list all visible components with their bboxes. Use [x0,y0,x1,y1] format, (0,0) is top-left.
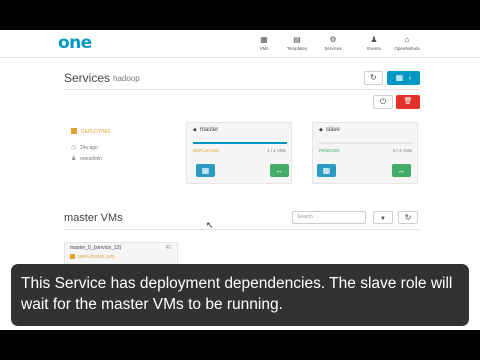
filter-icon: ▼ [380,216,386,222]
power-icon: ⏻ [379,97,387,106]
scale-icon: ↔ [275,166,284,175]
home-icon: ⌂ [404,35,410,44]
role-status: PENDING [319,148,340,153]
user-icon: ♟ [71,156,77,162]
role-vm-count: 1 / 1 VMs [266,148,286,153]
scale-icon: ↔ [397,166,406,175]
letterbox-bottom [0,330,480,360]
role-progress-fill [193,142,287,144]
vm-state: DEPLOYING (1/0) [70,254,115,259]
grid-icon: ▦ [201,166,210,175]
mouse-cursor-icon: ↖ [206,220,214,230]
section-title: master VMs [64,212,123,224]
role-name: ◆ slave [319,127,340,133]
shutdown-button[interactable]: ⏻ [373,95,393,109]
grid-icon: ▦ [395,73,404,82]
trash-icon: 🗑 [403,98,413,105]
nav-item-opennebula[interactable]: ⌂ OpenNebula [388,35,426,51]
service-list-button[interactable]: ▦ ‹ [387,71,420,85]
role-progress [319,142,413,144]
video-caption: This Service has deployment dependencies… [11,264,469,326]
role-vms-button[interactable]: ▦ [317,164,336,177]
top-navbar: one ▦ VMs ▤ Templates ⚙ Services ♟ Event… [0,30,480,58]
nav-label: OpenNebula [394,46,420,51]
templates-icon: ▤ [293,35,301,44]
role-vm-count: 0 / 4 VMs [392,148,412,153]
nav-item-templates[interactable]: ▤ Templates [278,35,316,51]
service-state: DEPLOYING [71,128,110,135]
services-icon: ⚙ [329,35,337,44]
service-owner: ♟ oneadmin [71,155,102,162]
divider [64,89,420,90]
state-indicator [70,254,75,259]
nav-label: Templates [286,46,308,51]
clock-icon: ◷ [71,145,77,151]
delete-button[interactable]: 🗑 [396,95,420,109]
refresh-icon: ↻ [404,213,412,222]
role-scale-button[interactable]: ↔ [392,164,411,177]
filter-button[interactable]: ▼ [373,211,393,224]
role-card-slave[interactable]: ◆ slave PENDING 0 / 4 VMs ▦ ↔ [312,122,418,184]
role-status: DEPLOYING [193,148,220,153]
role-card-master[interactable]: ◆ master DEPLOYING 1 / 1 VMs ▦ ↔ [186,122,292,184]
app-viewport: one ▦ VMs ▤ Templates ⚙ Services ♟ Event… [0,30,480,330]
page-title: Services [64,71,111,85]
role-progress [193,142,287,144]
letterbox-top [0,0,480,30]
app-logo[interactable]: one [58,33,92,53]
refresh-icon: ↻ [370,73,377,82]
service-name: hadoop [113,74,140,83]
chevron-left-icon: ‹ [408,73,412,82]
refresh-button[interactable]: ↻ [364,71,383,85]
role-icon: ◆ [319,127,323,133]
role-scale-button[interactable]: ↔ [270,164,289,177]
nav-label: Services [324,46,342,51]
service-time: ◷ 24s ago [71,144,98,151]
time-label: 24s ago [80,145,98,151]
owner-label: oneadmin [80,156,102,162]
vm-id: 40 [165,245,171,251]
role-icon: ◆ [193,127,197,133]
vm-name: master_0_(service_13) [70,245,122,251]
search-input[interactable]: Search [292,211,366,224]
role-name: ◆ master [193,127,219,133]
state-indicator [71,128,77,134]
divider [64,229,420,230]
role-vms-button[interactable]: ▦ [196,164,215,177]
grid-icon: ▦ [322,166,331,175]
state-label: DEPLOYING [81,129,111,135]
vms-refresh-button[interactable]: ↻ [398,211,418,224]
nav-item-services[interactable]: ⚙ Services [314,35,352,51]
